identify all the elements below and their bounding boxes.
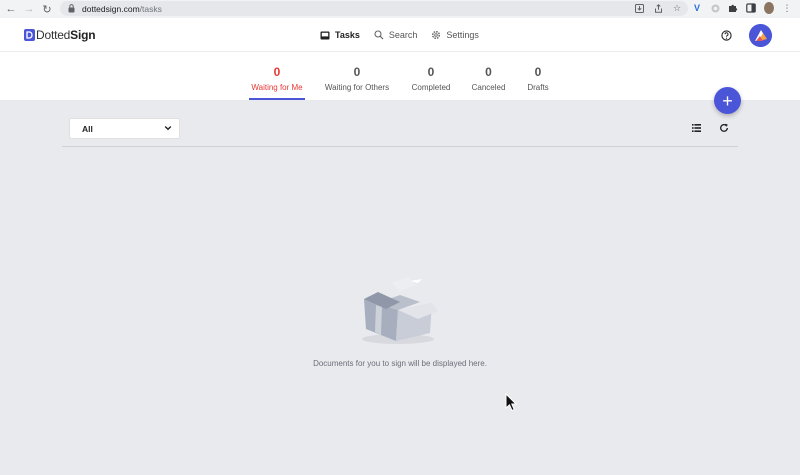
filter-selected-value: All <box>82 123 93 134</box>
tab-label: Waiting for Me <box>251 83 303 92</box>
tab-canceled[interactable]: 0 Canceled <box>471 52 506 100</box>
url-domain: dottedsign.com <box>82 3 140 14</box>
profile-avatar[interactable] <box>764 1 774 15</box>
tab-label: Waiting for Others <box>324 83 390 92</box>
bookmark-star-icon[interactable]: ☆ <box>672 2 682 14</box>
status-tabs: 0 Waiting for Me 0 Waiting for Others 0 … <box>0 52 800 100</box>
forward-arrow-icon[interactable]: → <box>22 2 36 16</box>
tab-count: 0 <box>427 65 435 79</box>
user-avatar[interactable] <box>749 24 772 47</box>
empty-state-message: Documents for you to sign will be displa… <box>313 359 487 368</box>
install-icon[interactable] <box>634 2 644 14</box>
tab-count: 0 <box>485 65 492 79</box>
nav-settings-label: Settings <box>446 30 479 40</box>
task-filter-select[interactable]: All <box>69 118 180 139</box>
gear-icon <box>432 30 441 40</box>
extension-circle-icon[interactable] <box>710 1 720 15</box>
refresh-icon[interactable] <box>719 123 729 133</box>
tab-label: Completed <box>411 83 451 92</box>
logo-sign: Sign <box>70 28 96 42</box>
tab-label: Drafts <box>527 83 549 92</box>
main-nav: Tasks Search Settings <box>320 18 479 52</box>
inbox-tray-icon <box>320 31 330 39</box>
tab-count: 0 <box>534 65 542 79</box>
list-view-icon[interactable] <box>692 124 701 132</box>
tab-label: Canceled <box>471 83 506 92</box>
tab-waiting-for-me[interactable]: 0 Waiting for Me <box>249 52 305 100</box>
content-divider <box>62 146 738 147</box>
tab-waiting-for-others[interactable]: 0 Waiting for Others <box>324 52 390 100</box>
lock-icon <box>66 4 76 14</box>
search-icon <box>374 30 384 40</box>
share-icon[interactable] <box>653 2 663 14</box>
address-url: dottedsign.com/tasks <box>82 4 162 14</box>
app-header: DottedSign Tasks Search Settings <box>0 18 800 52</box>
help-question-icon[interactable] <box>721 30 732 41</box>
url-path: /tasks <box>139 3 162 14</box>
address-bar[interactable]: dottedsign.com/tasks ☆ <box>60 1 688 16</box>
dottedsign-logo[interactable]: DottedSign <box>24 28 96 42</box>
empty-box-illustration <box>362 277 438 344</box>
nav-search[interactable]: Search <box>374 30 418 40</box>
nav-settings[interactable]: Settings <box>431 30 479 40</box>
extension-v-icon[interactable]: V <box>692 1 702 15</box>
plus-icon: + <box>722 90 733 111</box>
logo-dotted: Dotted <box>36 28 71 42</box>
browser-toolbar: ← → ↻ dottedsign.com/tasks ☆ V ⋮ <box>0 0 800 18</box>
side-panel-icon[interactable] <box>746 1 756 15</box>
extensions-puzzle-icon[interactable] <box>728 1 738 15</box>
tab-drafts[interactable]: 0 Drafts <box>526 52 550 100</box>
nav-tasks-label: Tasks <box>335 30 360 40</box>
mouse-pointer-icon <box>505 393 517 412</box>
nav-tasks[interactable]: Tasks <box>320 30 360 40</box>
dottedsign-logo-mark-icon <box>24 29 35 41</box>
reload-icon[interactable]: ↻ <box>40 2 54 16</box>
tab-count: 0 <box>273 65 281 79</box>
back-arrow-icon[interactable]: ← <box>4 2 18 16</box>
chevron-down-icon <box>164 126 172 131</box>
browser-menu-icon[interactable]: ⋮ <box>782 1 792 15</box>
add-task-button[interactable]: + <box>714 87 741 114</box>
nav-search-label: Search <box>388 30 418 40</box>
logo-text: DottedSign <box>36 28 96 42</box>
tab-count: 0 <box>353 65 361 79</box>
tab-completed[interactable]: 0 Completed <box>410 52 452 100</box>
